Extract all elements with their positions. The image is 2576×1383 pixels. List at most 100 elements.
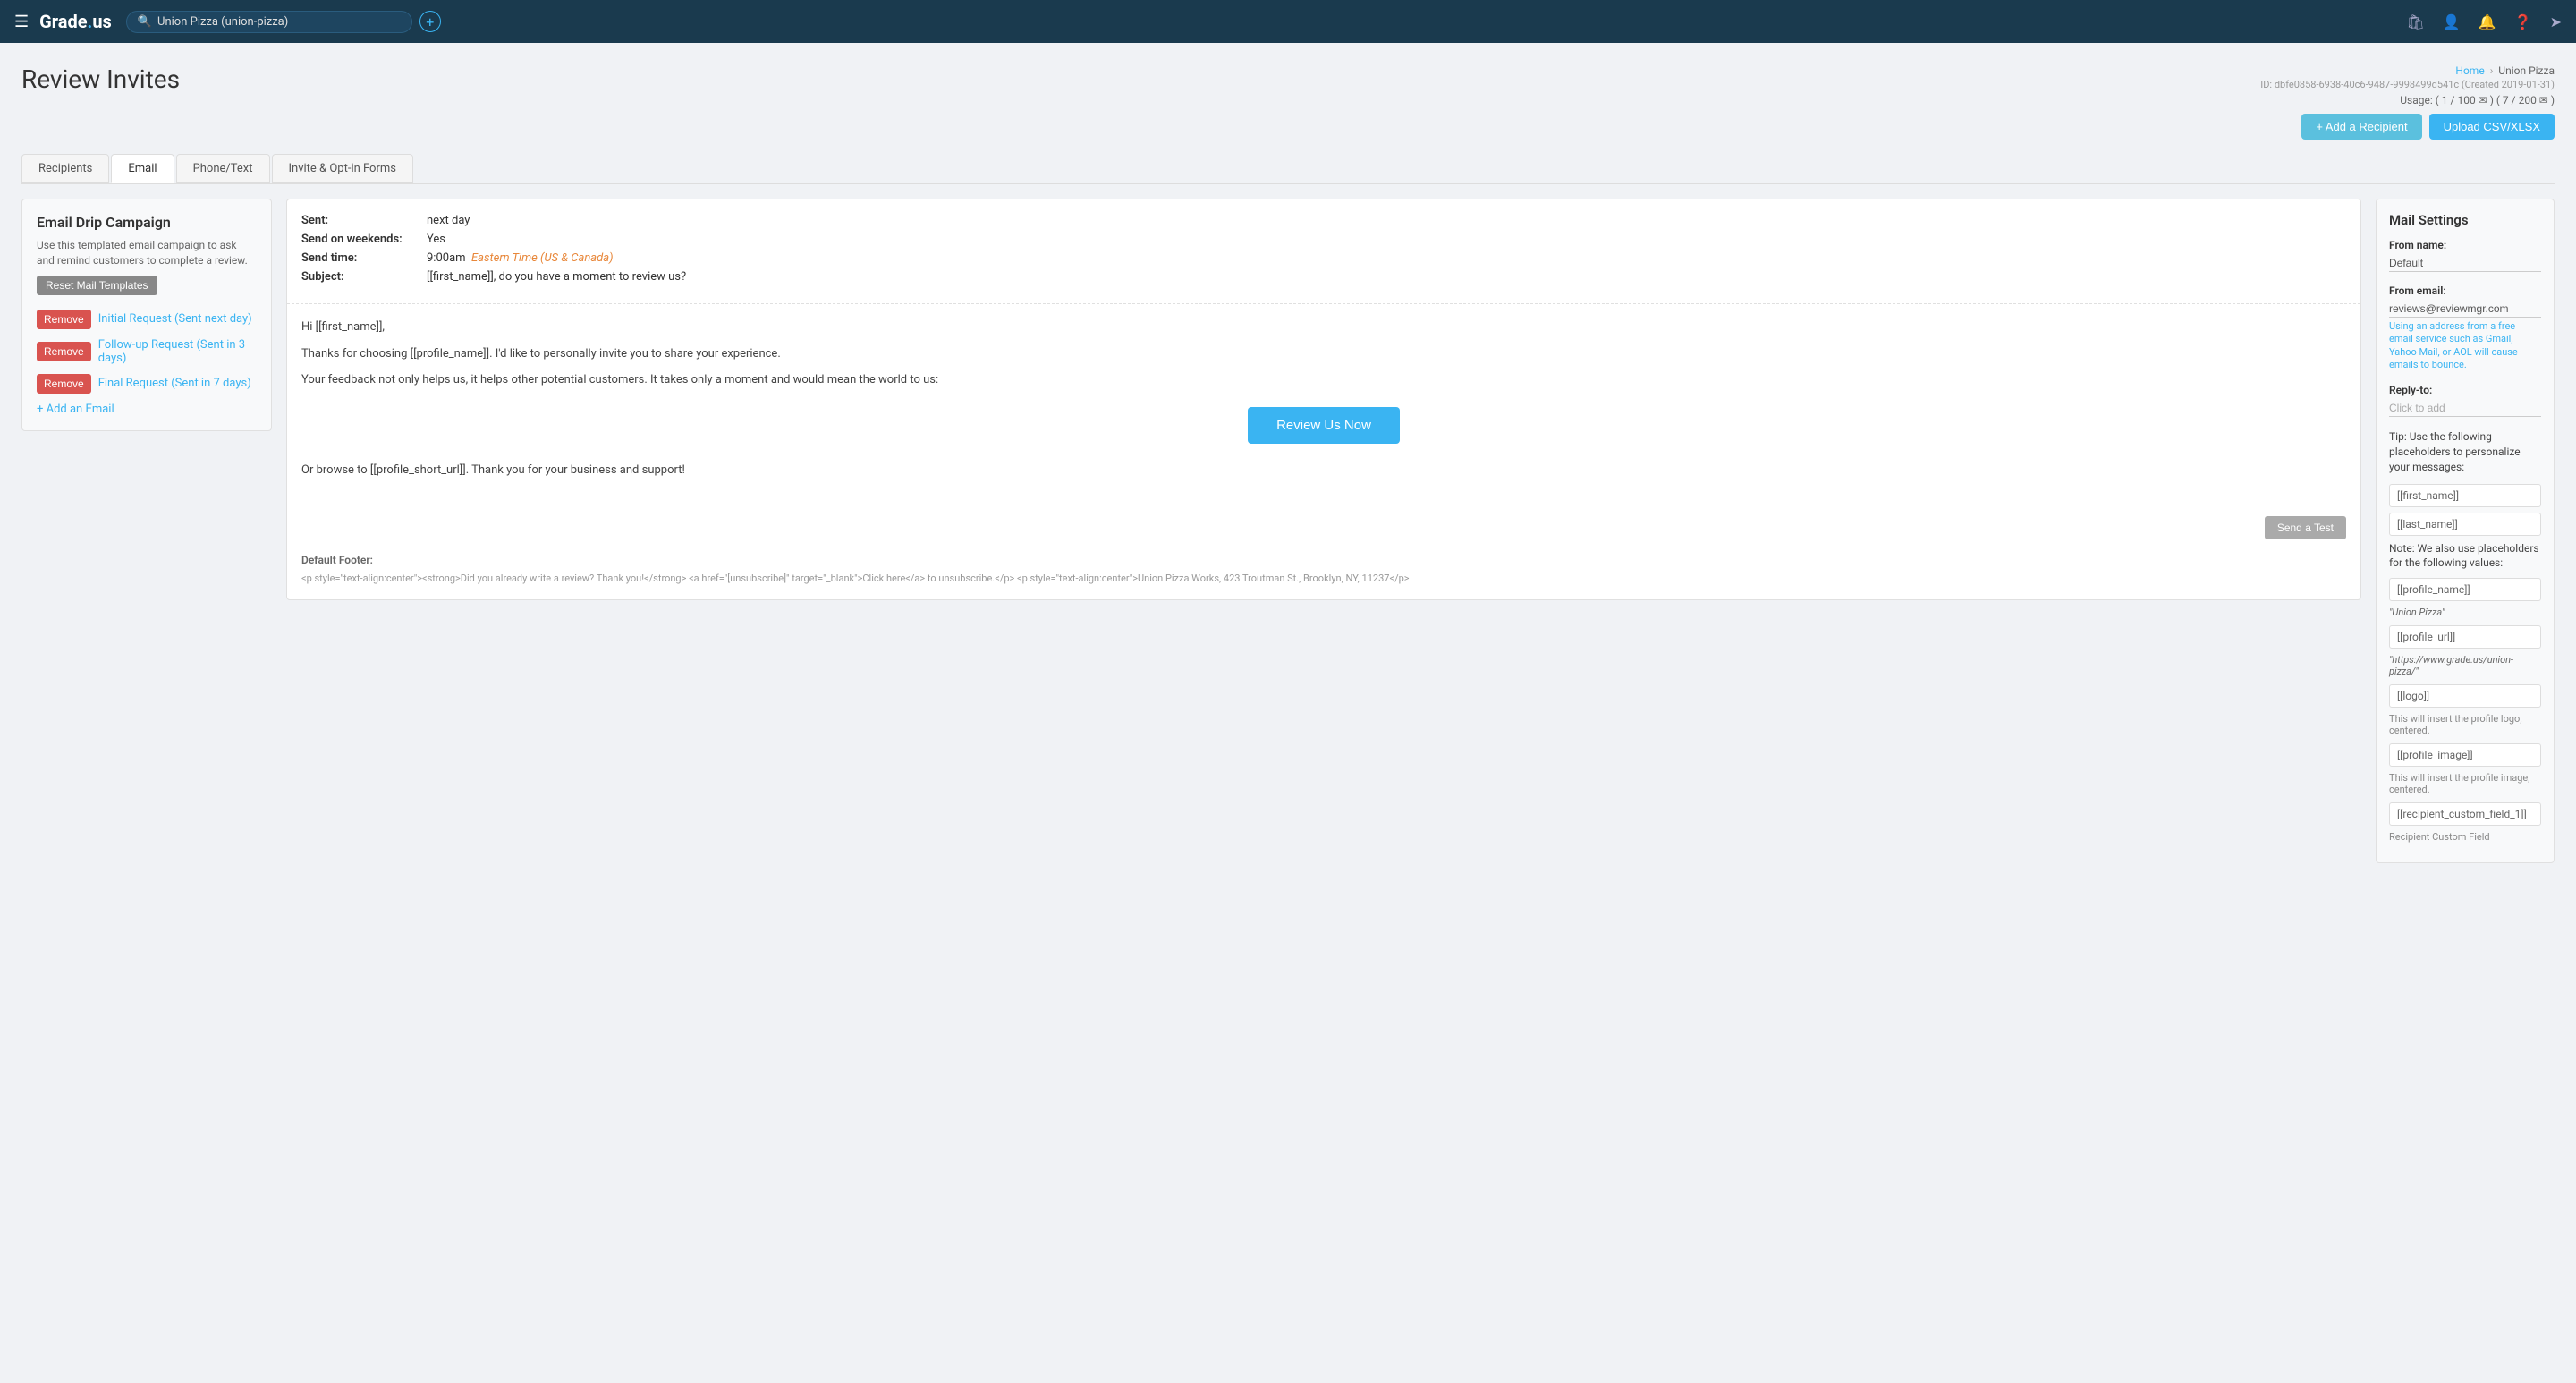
content-wrapper: Email Drip Campaign Use this templated e… (21, 199, 2555, 863)
left-panel-email-drip: Email Drip Campaign Use this templated e… (21, 199, 272, 431)
app-logo: Grade.us (39, 11, 112, 32)
page-title: Review Invites (21, 64, 180, 94)
weekends-row: Send on weekends: Yes (301, 233, 2346, 246)
reset-mail-templates-button[interactable]: Reset Mail Templates (37, 276, 157, 295)
top-navigation: ☰ Grade.us 🔍 Union Pizza (union-pizza) +… (0, 0, 2576, 43)
from-email-note: Using an address from a free email servi… (2389, 320, 2541, 371)
mail-settings-title: Mail Settings (2389, 212, 2541, 228)
search-icon: 🔍 (138, 15, 152, 29)
email-meta: Sent: next day Send on weekends: Yes Sen… (287, 199, 2360, 304)
breadcrumb-separator: › (2490, 64, 2494, 77)
profile-image-note: This will insert the profile image, cent… (2389, 772, 2541, 795)
drip-campaign-desc: Use this templated email campaign to ask… (37, 238, 257, 268)
custom-field-note: Recipient Custom Field (2389, 831, 2541, 843)
usage-text: Usage: ( 1 / 100 ✉ ) ( 7 / 200 ✉ ) (2400, 94, 2555, 106)
search-text: Union Pizza (union-pizza) (157, 15, 288, 29)
sent-label: Sent: (301, 214, 427, 227)
placeholder-logo: [[logo]] This will insert the profile lo… (2389, 684, 2541, 736)
logout-icon[interactable]: ➤ (2550, 13, 2562, 30)
upload-csv-button[interactable]: Upload CSV/XLSX (2429, 114, 2555, 140)
user-icon[interactable]: 👤 (2443, 13, 2461, 30)
send-test-button[interactable]: Send a Test (2265, 516, 2346, 539)
note-text: Note: We also use placeholders for the f… (2389, 542, 2539, 570)
logo-note: This will insert the profile logo, cente… (2389, 713, 2541, 736)
profile-url-note: "https://www.grade.us/union-pizza/" (2389, 654, 2541, 677)
initial-request-label[interactable]: Initial Request (Sent next day) (98, 312, 252, 326)
followup-request-label[interactable]: Follow-up Request (Sent in 3 days) (98, 338, 257, 365)
from-email-input[interactable] (2389, 301, 2541, 318)
final-request-label[interactable]: Final Request (Sent in 7 days) (98, 377, 251, 390)
tip-box: Tip: Use the following placeholders to p… (2389, 429, 2541, 474)
page-id: ID: dbfe0858-6938-40c6-9487-9998499d541c… (2260, 79, 2555, 90)
usage-info: Usage: ( 1 / 100 ✉ ) ( 7 / 200 ✉ ) (2260, 94, 2555, 106)
review-us-now-button[interactable]: Review Us Now (1248, 407, 1400, 444)
sent-value: next day (427, 214, 470, 227)
remove-initial-button[interactable]: Remove (37, 310, 91, 329)
tab-phone-text[interactable]: Phone/Text (176, 154, 270, 183)
breadcrumb: Home › Union Pizza (2260, 64, 2555, 77)
profile-image-tag: [[profile_image]] (2389, 743, 2541, 767)
placeholder-profile-image: [[profile_image]] This will insert the p… (2389, 743, 2541, 795)
from-name-group: From name: (2389, 239, 2541, 272)
remove-followup-button[interactable]: Remove (37, 342, 91, 361)
send-time-label: Send time: (301, 251, 427, 265)
hamburger-menu-icon[interactable]: ☰ (14, 13, 29, 31)
nav-icons: 🛍 👤 🔔 ❓ ➤ (2407, 13, 2562, 30)
location-search[interactable]: 🔍 Union Pizza (union-pizza) (126, 11, 412, 33)
page-header: Review Invites Home › Union Pizza ID: db… (21, 64, 2555, 106)
mail-settings-panel: Mail Settings From name: From email: Usi… (2376, 199, 2555, 863)
main-container: Review Invites Home › Union Pizza ID: db… (0, 43, 2576, 1383)
subject-value: [[first_name]], do you have a moment to … (427, 270, 686, 284)
custom-field-tag: [[recipient_custom_field_1]] (2389, 802, 2541, 826)
logo-text: Grade.us (39, 11, 112, 32)
subject-label: Subject: (301, 270, 427, 284)
default-footer-label: Default Footer: (301, 554, 2346, 566)
bell-icon[interactable]: 🔔 (2479, 13, 2496, 30)
note-box: Note: We also use placeholders for the f… (2389, 541, 2541, 572)
tab-invite-forms[interactable]: Invite & Opt-in Forms (272, 154, 414, 183)
email-paragraph1: Thanks for choosing [[profile_name]]. I'… (301, 345, 2346, 363)
email-footer-area: Send a Test Default Footer: <p style="te… (287, 502, 2360, 599)
time-value-text: 9:00am (427, 251, 466, 265)
timezone-text: Eastern Time (US & Canada) (471, 251, 614, 265)
action-buttons: + Add a Recipient Upload CSV/XLSX (21, 114, 2555, 140)
tab-recipients[interactable]: Recipients (21, 154, 109, 183)
profile-name-note: "Union Pizza" (2389, 607, 2541, 618)
email-item-final: Remove Final Request (Sent in 7 days) (37, 374, 257, 394)
remove-final-button[interactable]: Remove (37, 374, 91, 394)
profile-url-tag: [[profile_url]] (2389, 625, 2541, 649)
help-icon[interactable]: ❓ (2514, 13, 2532, 30)
placeholder-profile-url: [[profile_url]] "https://www.grade.us/un… (2389, 625, 2541, 677)
add-email-link[interactable]: + Add an Email (37, 403, 257, 416)
subject-row: Subject: [[first_name]], do you have a m… (301, 270, 2346, 284)
email-item-followup: Remove Follow-up Request (Sent in 3 days… (37, 338, 257, 365)
reply-to-label: Reply-to: (2389, 384, 2541, 396)
send-time-value: 9:00am Eastern Time (US & Canada) (427, 251, 614, 265)
from-name-label: From name: (2389, 239, 2541, 251)
breadcrumb-location: Union Pizza (2498, 64, 2555, 77)
email-paragraph3: Or browse to [[profile_short_url]]. Than… (301, 462, 2346, 479)
breadcrumb-home[interactable]: Home (2455, 64, 2484, 77)
sent-row: Sent: next day (301, 214, 2346, 227)
tab-email[interactable]: Email (111, 154, 174, 183)
send-time-row: Send time: 9:00am Eastern Time (US & Can… (301, 251, 2346, 265)
email-greeting: Hi [[first_name]], (301, 318, 2346, 336)
drip-campaign-title: Email Drip Campaign (37, 214, 257, 231)
weekends-value: Yes (427, 233, 445, 246)
bag-icon[interactable]: 🛍 (2407, 13, 2425, 30)
reply-to-input[interactable] (2389, 400, 2541, 417)
placeholder-custom-field: [[recipient_custom_field_1]] Recipient C… (2389, 802, 2541, 843)
tip-text: Tip: Use the following placeholders to p… (2389, 430, 2521, 473)
email-item-initial: Remove Initial Request (Sent next day) (37, 310, 257, 329)
breadcrumb-area: Home › Union Pizza ID: dbfe0858-6938-40c… (2260, 64, 2555, 106)
weekends-label: Send on weekends: (301, 233, 427, 246)
from-name-input[interactable] (2389, 255, 2541, 272)
tab-bar: Recipients Email Phone/Text Invite & Opt… (21, 154, 2555, 184)
profile-name-tag: [[profile_name]] (2389, 578, 2541, 601)
add-recipient-button[interactable]: + Add a Recipient (2301, 114, 2421, 140)
email-preview-panel: Sent: next day Send on weekends: Yes Sen… (286, 199, 2361, 600)
placeholder-first-name: [[first_name]] (2389, 484, 2541, 507)
add-location-button[interactable]: + (419, 11, 441, 32)
reply-to-group: Reply-to: (2389, 384, 2541, 417)
footer-html-content: <p style="text-align:center"><strong>Did… (301, 572, 2346, 585)
